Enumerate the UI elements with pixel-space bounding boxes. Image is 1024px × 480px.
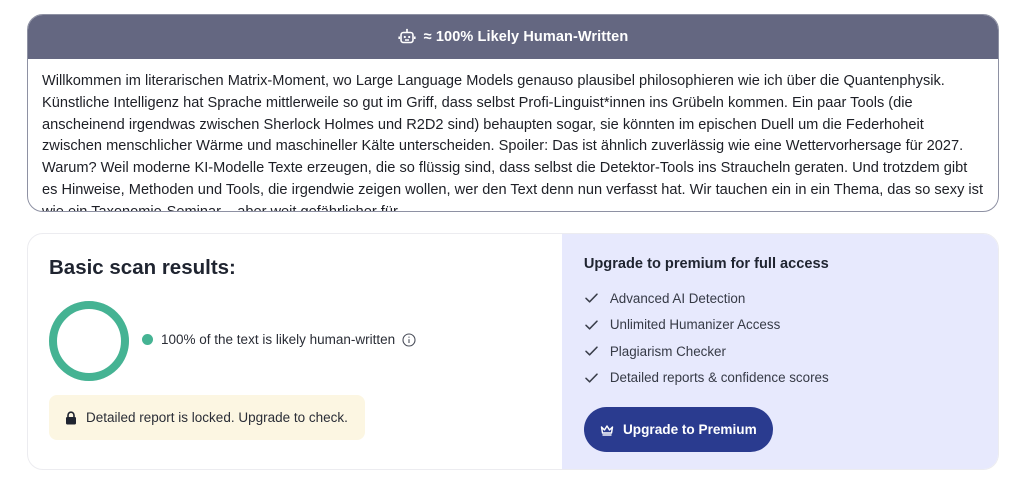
check-icon (584, 292, 599, 304)
scan-title: Basic scan results: (49, 256, 236, 279)
basic-scan-section: Basic scan results: 100% of the text is … (28, 234, 562, 469)
feature-label: Unlimited Humanizer Access (609, 317, 781, 333)
feature-label: Detailed reports & confidence scores (609, 370, 829, 386)
check-icon (584, 319, 599, 331)
upgrade-to-premium-button[interactable]: Upgrade to Premium (583, 407, 773, 452)
crown-icon (600, 424, 614, 436)
feature-list: Advanced AI Detection Unlimited Humanize… (584, 285, 976, 391)
lock-icon (65, 410, 77, 425)
feature-item: Detailed reports & confidence scores (584, 365, 976, 392)
scan-results-card: Basic scan results: 100% of the text is … (27, 233, 999, 470)
feature-label: Plagiarism Checker (609, 343, 726, 359)
upgrade-title: Upgrade to premium for full access (583, 256, 829, 272)
human-score-ring (49, 301, 129, 381)
human-legend-dot (142, 334, 153, 345)
analyzed-text[interactable]: Willkommen im literarischen Matrix-Momen… (28, 59, 998, 211)
text-result-panel: ≈ 100% Likely Human-Written Willkommen i… (27, 14, 999, 212)
check-icon (584, 372, 599, 384)
info-icon[interactable] (402, 332, 416, 347)
locked-report-text: Detailed report is locked. Upgrade to ch… (86, 410, 348, 425)
upgrade-panel: Upgrade to premium for full access Advan… (561, 234, 998, 469)
locked-report-notice: Detailed report is locked. Upgrade to ch… (49, 395, 365, 440)
feature-item: Advanced AI Detection (584, 285, 976, 312)
result-summary: 100% of the text is likely human-written (142, 332, 416, 347)
result-header-label: ≈ 100% Likely Human-Written (423, 29, 629, 45)
feature-item: Unlimited Humanizer Access (584, 312, 976, 339)
check-icon (584, 345, 599, 357)
result-header: ≈ 100% Likely Human-Written (28, 15, 998, 59)
feature-item: Plagiarism Checker (584, 338, 976, 365)
feature-label: Advanced AI Detection (609, 290, 746, 306)
result-summary-text: 100% of the text is likely human-written (161, 332, 396, 347)
upgrade-button-label: Upgrade to Premium (622, 422, 757, 437)
robot-icon (398, 28, 416, 46)
